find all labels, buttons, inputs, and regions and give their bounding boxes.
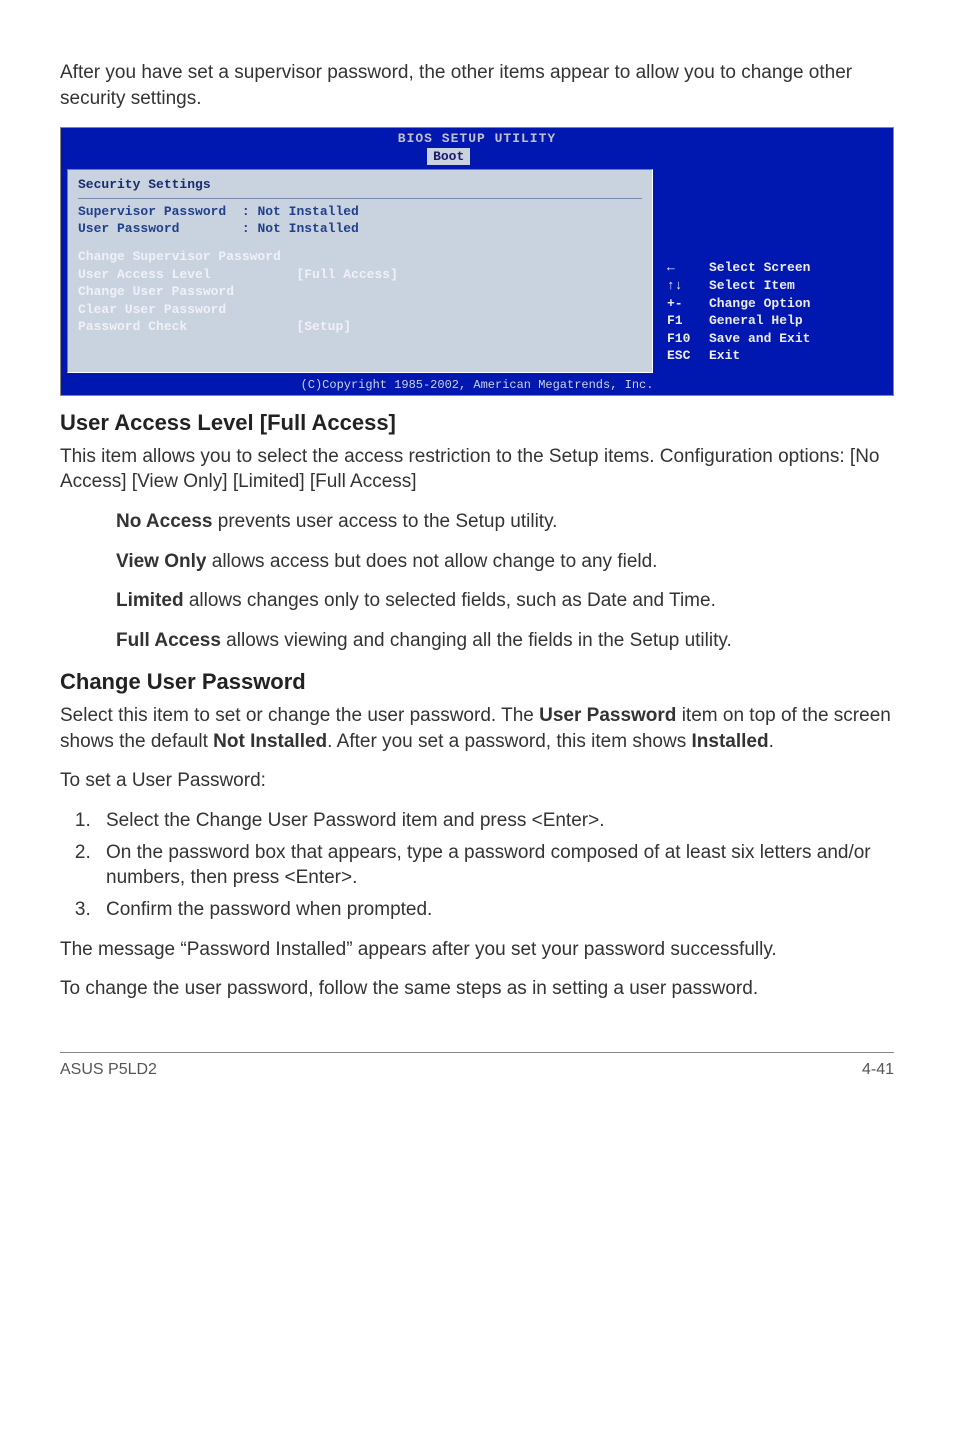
footer-left: ASUS P5LD2 (60, 1059, 157, 1081)
security-settings-heading: Security Settings (78, 176, 642, 194)
set-password-steps: Select the Change User Password item and… (96, 808, 894, 923)
cup-para2: To set a User Password: (60, 768, 894, 794)
bios-help-pane: ←Select Screen ↑↓Select Item +-Change Op… (657, 169, 887, 372)
arrow-left-icon: ← (667, 259, 699, 277)
arrow-updown-icon: ↑↓ (667, 277, 699, 295)
opt-view-only: View Only allows access but does not all… (116, 549, 894, 575)
user-access-level-row: User Access Level [Full Access] (78, 266, 642, 284)
divider (78, 198, 642, 199)
cup-para3: The message “Password Installed” appears… (60, 937, 894, 963)
ual-description: This item allows you to select the acces… (60, 444, 894, 495)
change-user-password-heading: Change User Password (60, 667, 894, 697)
bios-title: BIOS SETUP UTILITY (61, 128, 893, 148)
help-select-screen: ←Select Screen (667, 259, 877, 277)
clear-user-password: Clear User Password (78, 301, 642, 319)
help-exit: ESCExit (667, 347, 877, 365)
bios-tab-boot: Boot (427, 148, 470, 166)
bios-copyright: (C)Copyright 1985-2002, American Megatre… (61, 377, 893, 395)
password-check-row: Password Check [Setup] (78, 318, 642, 336)
step-3: Confirm the password when prompted. (96, 897, 894, 923)
user-password-row: User Password : Not Installed (78, 220, 642, 238)
help-change-option: +-Change Option (667, 295, 877, 313)
footer-right: 4-41 (862, 1059, 894, 1081)
footer-divider (60, 1052, 894, 1053)
cup-para4: To change the user password, follow the … (60, 976, 894, 1002)
help-general-help: F1General Help (667, 312, 877, 330)
help-select-item: ↑↓Select Item (667, 277, 877, 295)
step-2: On the password box that appears, type a… (96, 840, 894, 891)
help-save-exit: F10Save and Exit (667, 330, 877, 348)
supervisor-password-row: Supervisor Password : Not Installed (78, 203, 642, 221)
opt-limited: Limited allows changes only to selected … (116, 588, 894, 614)
user-access-level-heading: User Access Level [Full Access] (60, 408, 894, 438)
opt-full-access: Full Access allows viewing and changing … (116, 628, 894, 654)
intro-text: After you have set a supervisor password… (60, 60, 894, 111)
cup-para1: Select this item to set or change the us… (60, 703, 894, 754)
change-user-password: Change User Password (78, 283, 642, 301)
bios-screenshot: BIOS SETUP UTILITY Boot Security Setting… (60, 127, 894, 396)
opt-no-access: No Access prevents user access to the Se… (116, 509, 894, 535)
change-supervisor-password: Change Supervisor Password (78, 248, 642, 266)
step-1: Select the Change User Password item and… (96, 808, 894, 834)
bios-left-pane: Security Settings Supervisor Password : … (67, 169, 653, 372)
